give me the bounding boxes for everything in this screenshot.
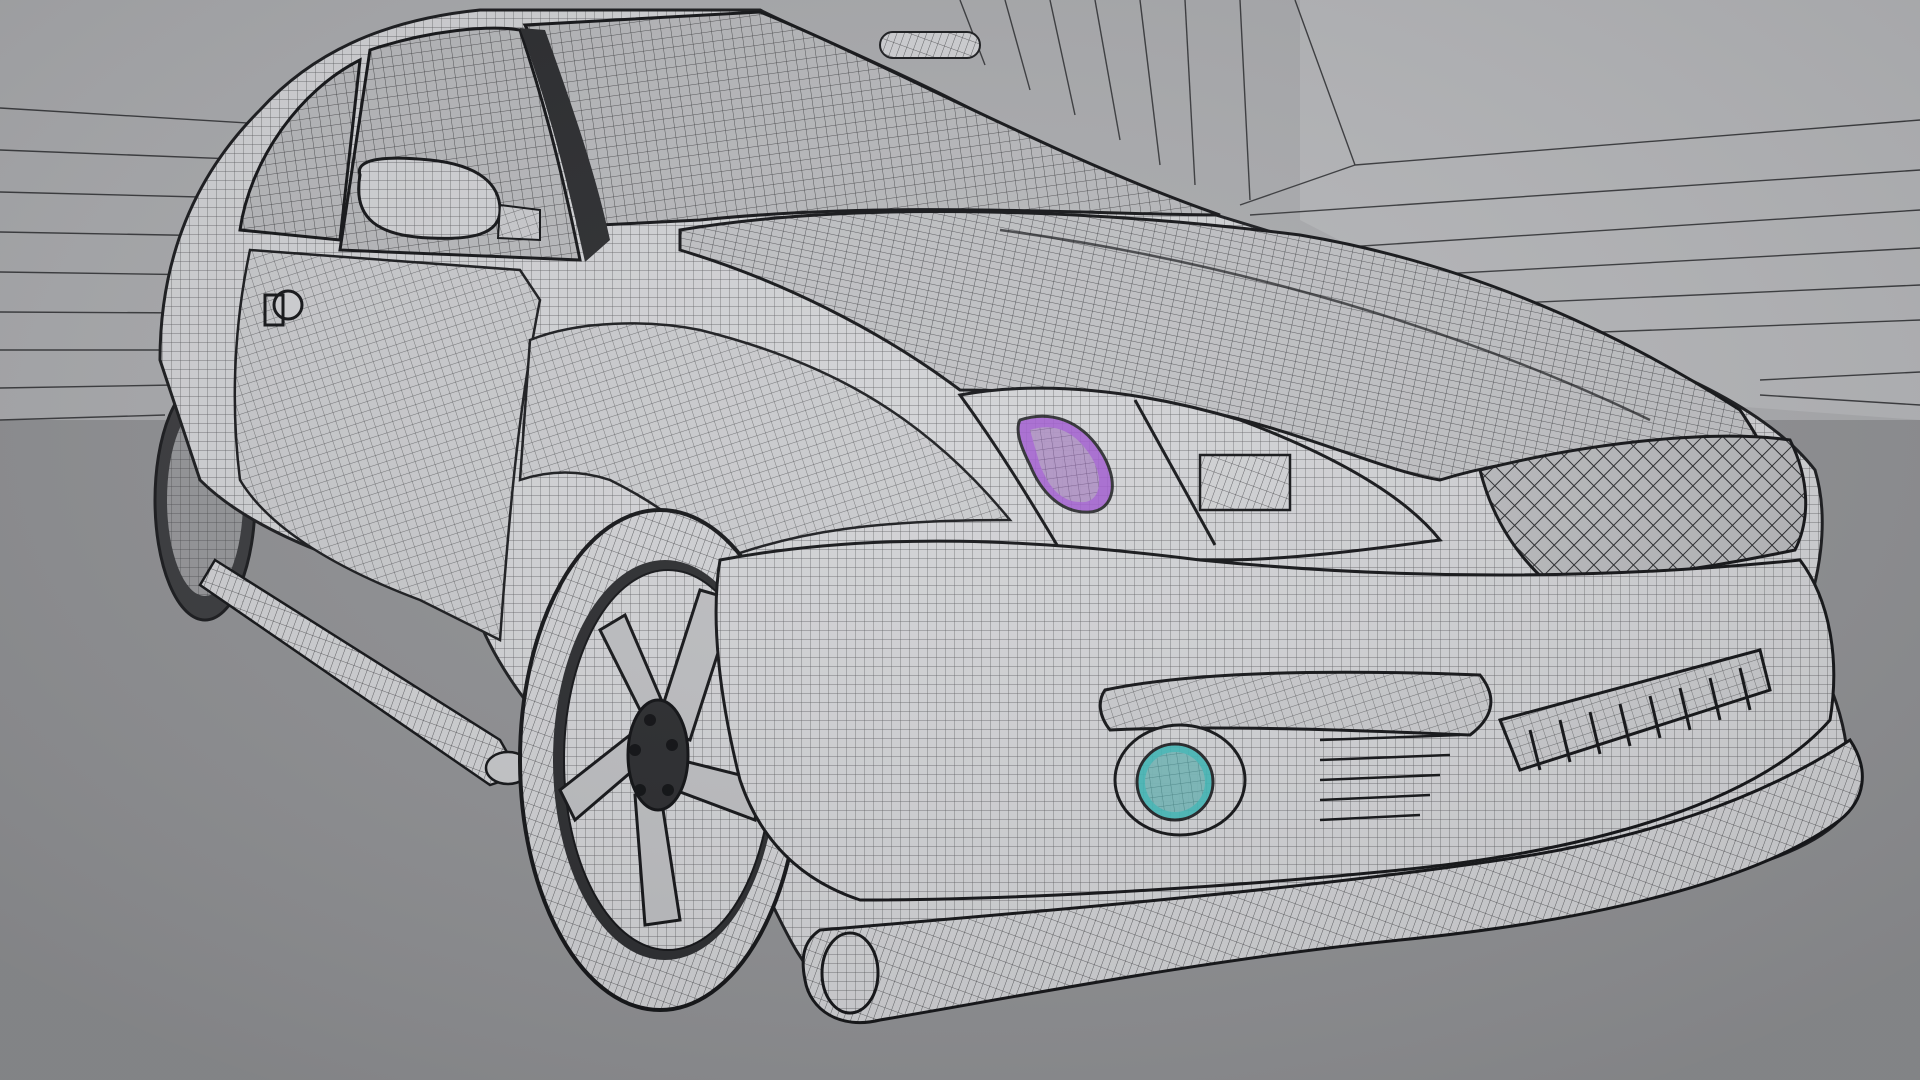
render-viewport (0, 0, 1920, 1080)
car-wireframe-render (0, 0, 1920, 1080)
fog-light (1113, 723, 1247, 837)
roof-rail (879, 31, 981, 59)
